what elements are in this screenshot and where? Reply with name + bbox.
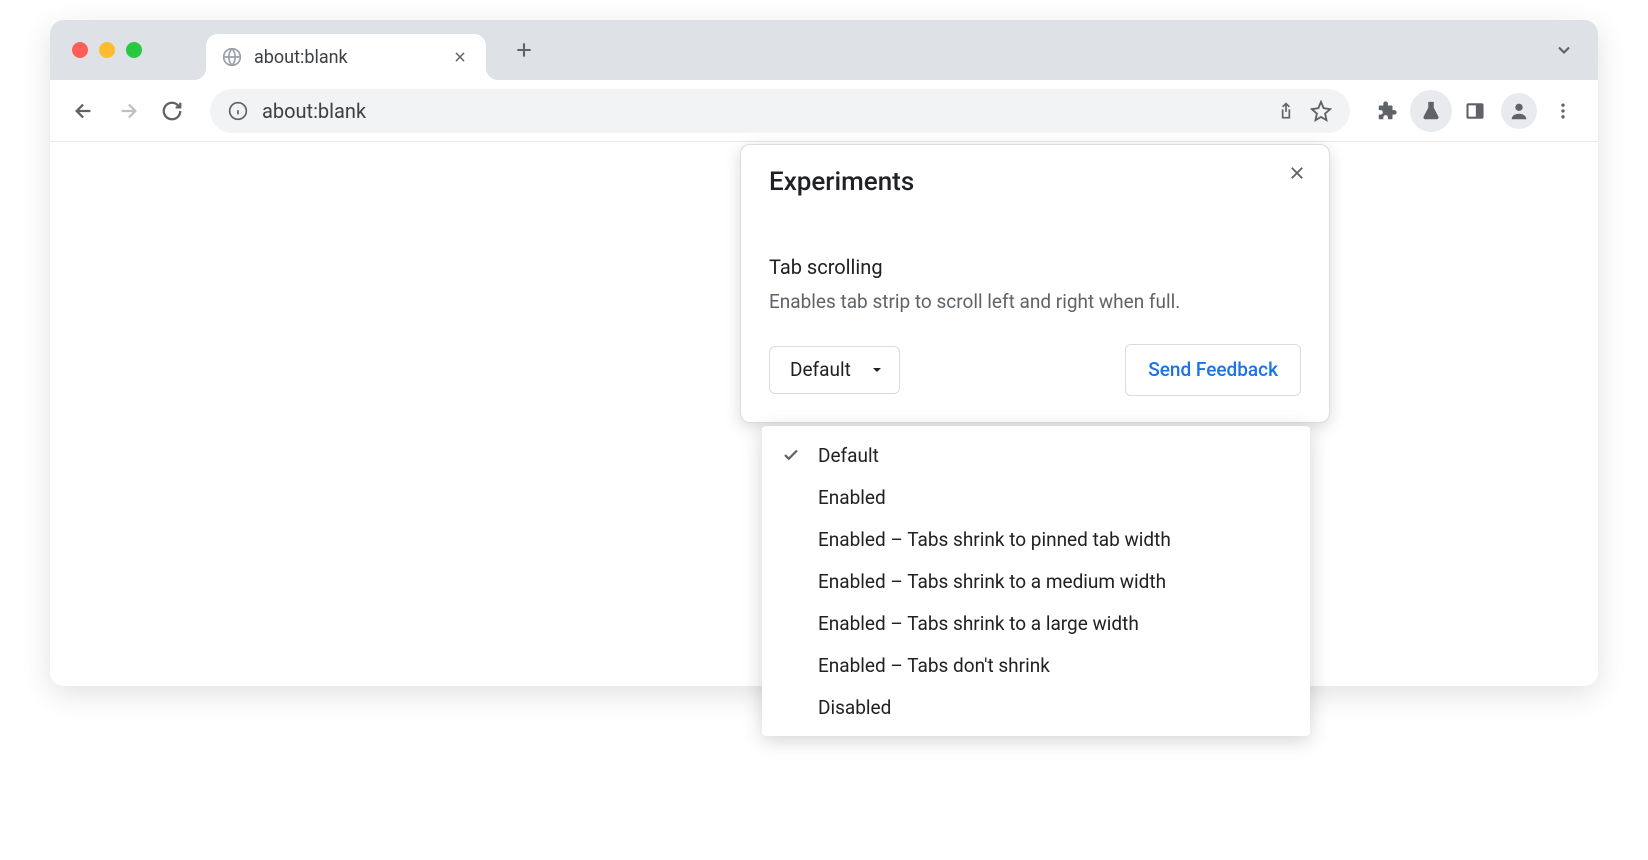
dropdown-caret-icon bbox=[871, 364, 883, 376]
experiment-select[interactable]: Default bbox=[769, 346, 900, 394]
dropdown-option[interactable]: Enabled – Tabs shrink to a large width bbox=[762, 602, 1310, 644]
dropdown-option-label: Enabled – Tabs don't shrink bbox=[818, 654, 1050, 677]
tab-title: about:blank bbox=[254, 47, 438, 68]
dropdown-option-label: Enabled – Tabs shrink to a medium width bbox=[818, 570, 1166, 593]
dropdown-option-label: Enabled – Tabs shrink to pinned tab widt… bbox=[818, 528, 1171, 551]
globe-icon bbox=[222, 47, 242, 67]
window-controls bbox=[62, 42, 156, 58]
dropdown-option[interactable]: Enabled bbox=[762, 476, 1310, 518]
dropdown-option[interactable]: Enabled – Tabs shrink to pinned tab widt… bbox=[762, 518, 1310, 560]
bookmark-star-icon[interactable] bbox=[1310, 100, 1332, 122]
dropdown-option[interactable]: Disabled bbox=[762, 686, 1310, 728]
dropdown-option-label: Enabled – Tabs shrink to a large width bbox=[818, 612, 1139, 635]
menu-button[interactable] bbox=[1542, 90, 1584, 132]
dropdown-option[interactable]: Enabled – Tabs shrink to a medium width bbox=[762, 560, 1310, 602]
address-text: about:blank bbox=[262, 99, 1262, 123]
toolbar-actions bbox=[1362, 90, 1584, 132]
extensions-button[interactable] bbox=[1366, 90, 1408, 132]
close-tab-button[interactable] bbox=[450, 47, 470, 67]
experiment-dropdown-menu: Default Enabled Enabled – Tabs shrink to p… bbox=[762, 426, 1310, 736]
back-button[interactable] bbox=[64, 91, 104, 131]
tab-strip: about:blank bbox=[50, 20, 1598, 80]
experiment-controls: Default Send Feedback bbox=[769, 344, 1301, 396]
experiments-popup: Experiments Tab scrolling Enables tab st… bbox=[740, 144, 1330, 423]
minimize-window-button[interactable] bbox=[99, 42, 115, 58]
popup-title: Experiments bbox=[769, 167, 1301, 197]
experiment-description: Enables tab strip to scroll left and rig… bbox=[769, 289, 1301, 316]
maximize-window-button[interactable] bbox=[126, 42, 142, 58]
check-icon bbox=[782, 446, 818, 464]
select-value: Default bbox=[790, 358, 851, 381]
dropdown-option-label: Enabled bbox=[818, 486, 886, 509]
dropdown-option[interactable]: Default bbox=[762, 434, 1310, 476]
close-window-button[interactable] bbox=[72, 42, 88, 58]
new-tab-button[interactable] bbox=[504, 30, 544, 70]
address-bar[interactable]: about:blank bbox=[210, 89, 1350, 133]
send-feedback-button[interactable]: Send Feedback bbox=[1125, 344, 1301, 396]
profile-button[interactable] bbox=[1501, 93, 1537, 129]
browser-tab[interactable]: about:blank bbox=[206, 34, 486, 80]
dropdown-option[interactable]: Enabled – Tabs don't shrink bbox=[762, 644, 1310, 686]
experiments-button[interactable] bbox=[1410, 90, 1452, 132]
tab-search-button[interactable] bbox=[1554, 40, 1574, 60]
experiment-name: Tab scrolling bbox=[769, 255, 1301, 279]
dropdown-option-label: Disabled bbox=[818, 696, 891, 719]
forward-button[interactable] bbox=[108, 91, 148, 131]
site-info-icon[interactable] bbox=[228, 101, 248, 121]
browser-window: about:blank about:blank bbox=[50, 20, 1598, 686]
reload-button[interactable] bbox=[152, 91, 192, 131]
popup-close-button[interactable] bbox=[1283, 159, 1311, 187]
share-icon[interactable] bbox=[1276, 101, 1296, 121]
dropdown-option-label: Default bbox=[818, 444, 879, 467]
side-panel-button[interactable] bbox=[1454, 90, 1496, 132]
toolbar: about:blank bbox=[50, 80, 1598, 142]
feedback-label: Send Feedback bbox=[1148, 358, 1278, 381]
